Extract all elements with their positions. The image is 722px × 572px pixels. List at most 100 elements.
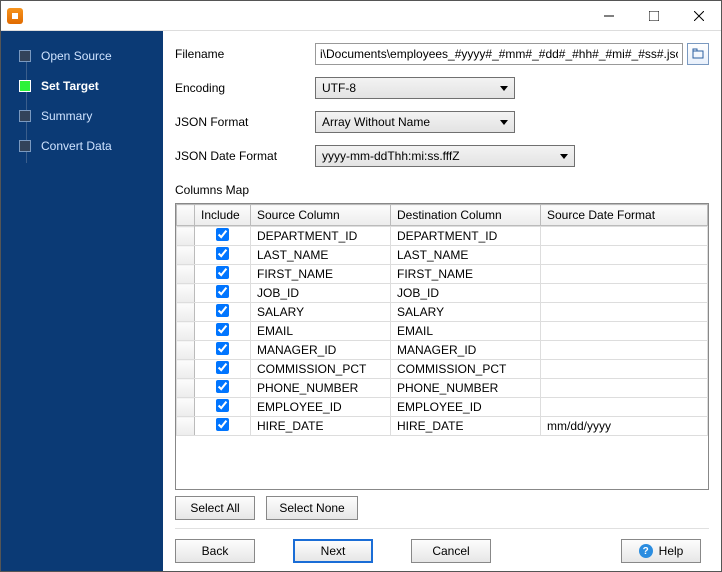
source-date-format-cell[interactable] xyxy=(541,379,708,398)
close-button[interactable] xyxy=(676,1,721,31)
row-handle[interactable] xyxy=(177,360,195,379)
include-checkbox[interactable] xyxy=(216,342,229,355)
source-date-format-cell[interactable] xyxy=(541,322,708,341)
include-checkbox[interactable] xyxy=(216,247,229,260)
step-icon xyxy=(19,80,31,92)
include-checkbox[interactable] xyxy=(216,266,229,279)
step-icon xyxy=(19,50,31,62)
json-date-format-select[interactable]: yyyy-mm-ddThh:mi:ss.fffZ xyxy=(315,145,575,167)
row-handle[interactable] xyxy=(177,322,195,341)
destination-column-cell[interactable]: EMAIL xyxy=(391,322,541,341)
row-handle-header xyxy=(177,205,195,226)
col-source-date-format-header[interactable]: Source Date Format xyxy=(541,205,708,226)
row-handle[interactable] xyxy=(177,341,195,360)
content-pane: Filename Encoding UTF-8 JSON Format Arra… xyxy=(163,31,721,571)
select-all-button[interactable]: Select All xyxy=(175,496,255,520)
source-column-cell[interactable]: EMPLOYEE_ID xyxy=(251,398,391,417)
maximize-button[interactable] xyxy=(631,1,676,31)
col-include-header[interactable]: Include xyxy=(195,205,251,226)
row-handle[interactable] xyxy=(177,303,195,322)
source-date-format-cell[interactable] xyxy=(541,341,708,360)
filename-input[interactable] xyxy=(315,43,683,65)
cancel-button[interactable]: Cancel xyxy=(411,539,491,563)
wizard-sidebar: Open Source Set Target Summary Convert D… xyxy=(1,31,163,571)
source-date-format-cell[interactable] xyxy=(541,398,708,417)
destination-column-cell[interactable]: HIRE_DATE xyxy=(391,417,541,436)
source-date-format-cell[interactable] xyxy=(541,265,708,284)
table-row[interactable]: HIRE_DATEHIRE_DATEmm/dd/yyyy xyxy=(177,417,708,436)
columns-map-table: Include Source Column Destination Column… xyxy=(175,203,709,490)
sidebar-item-label: Open Source xyxy=(41,49,112,63)
col-source-header[interactable]: Source Column xyxy=(251,205,391,226)
destination-column-cell[interactable]: FIRST_NAME xyxy=(391,265,541,284)
row-handle[interactable] xyxy=(177,398,195,417)
row-handle[interactable] xyxy=(177,265,195,284)
encoding-select[interactable]: UTF-8 xyxy=(315,77,515,99)
destination-column-cell[interactable]: LAST_NAME xyxy=(391,246,541,265)
browse-button[interactable] xyxy=(687,43,709,65)
source-date-format-cell[interactable] xyxy=(541,284,708,303)
include-checkbox[interactable] xyxy=(216,399,229,412)
titlebar xyxy=(1,1,721,31)
destination-column-cell[interactable]: JOB_ID xyxy=(391,284,541,303)
source-date-format-cell[interactable]: mm/dd/yyyy xyxy=(541,417,708,436)
row-handle[interactable] xyxy=(177,379,195,398)
columns-map-label: Columns Map xyxy=(175,183,709,197)
destination-column-cell[interactable]: EMPLOYEE_ID xyxy=(391,398,541,417)
help-button[interactable]: ? Help xyxy=(621,539,701,563)
source-date-format-cell[interactable] xyxy=(541,303,708,322)
source-column-cell[interactable]: FIRST_NAME xyxy=(251,265,391,284)
include-checkbox[interactable] xyxy=(216,380,229,393)
sidebar-item-label: Convert Data xyxy=(41,139,112,153)
table-row[interactable]: EMPLOYEE_IDEMPLOYEE_ID xyxy=(177,398,708,417)
back-button[interactable]: Back xyxy=(175,539,255,563)
json-format-label: JSON Format xyxy=(175,115,315,129)
include-checkbox[interactable] xyxy=(216,285,229,298)
step-icon xyxy=(19,140,31,152)
folder-icon xyxy=(692,48,704,60)
destination-column-cell[interactable]: COMMISSION_PCT xyxy=(391,360,541,379)
table-row[interactable]: COMMISSION_PCTCOMMISSION_PCT xyxy=(177,360,708,379)
table-row[interactable]: LAST_NAMELAST_NAME xyxy=(177,246,708,265)
table-row[interactable]: FIRST_NAMEFIRST_NAME xyxy=(177,265,708,284)
minimize-button[interactable] xyxy=(586,1,631,31)
json-format-select[interactable]: Array Without Name xyxy=(315,111,515,133)
source-date-format-cell[interactable] xyxy=(541,227,708,246)
source-column-cell[interactable]: COMMISSION_PCT xyxy=(251,360,391,379)
table-row[interactable]: EMAILEMAIL xyxy=(177,322,708,341)
source-column-cell[interactable]: JOB_ID xyxy=(251,284,391,303)
col-destination-header[interactable]: Destination Column xyxy=(391,205,541,226)
next-button[interactable]: Next xyxy=(293,539,373,563)
destination-column-cell[interactable]: MANAGER_ID xyxy=(391,341,541,360)
include-checkbox[interactable] xyxy=(216,304,229,317)
source-date-format-cell[interactable] xyxy=(541,360,708,379)
help-icon: ? xyxy=(639,544,653,558)
include-checkbox[interactable] xyxy=(216,418,229,431)
json-date-format-label: JSON Date Format xyxy=(175,149,315,163)
source-column-cell[interactable]: LAST_NAME xyxy=(251,246,391,265)
table-row[interactable]: JOB_IDJOB_ID xyxy=(177,284,708,303)
select-none-button[interactable]: Select None xyxy=(266,496,357,520)
source-column-cell[interactable]: DEPARTMENT_ID xyxy=(251,227,391,246)
table-row[interactable]: MANAGER_IDMANAGER_ID xyxy=(177,341,708,360)
table-row[interactable]: DEPARTMENT_IDDEPARTMENT_ID xyxy=(177,227,708,246)
destination-column-cell[interactable]: DEPARTMENT_ID xyxy=(391,227,541,246)
row-handle[interactable] xyxy=(177,246,195,265)
source-column-cell[interactable]: MANAGER_ID xyxy=(251,341,391,360)
row-handle[interactable] xyxy=(177,417,195,436)
destination-column-cell[interactable]: PHONE_NUMBER xyxy=(391,379,541,398)
step-icon xyxy=(19,110,31,122)
source-column-cell[interactable]: PHONE_NUMBER xyxy=(251,379,391,398)
source-column-cell[interactable]: SALARY xyxy=(251,303,391,322)
row-handle[interactable] xyxy=(177,227,195,246)
destination-column-cell[interactable]: SALARY xyxy=(391,303,541,322)
source-date-format-cell[interactable] xyxy=(541,246,708,265)
table-row[interactable]: PHONE_NUMBERPHONE_NUMBER xyxy=(177,379,708,398)
source-column-cell[interactable]: EMAIL xyxy=(251,322,391,341)
source-column-cell[interactable]: HIRE_DATE xyxy=(251,417,391,436)
include-checkbox[interactable] xyxy=(216,228,229,241)
table-row[interactable]: SALARYSALARY xyxy=(177,303,708,322)
row-handle[interactable] xyxy=(177,284,195,303)
include-checkbox[interactable] xyxy=(216,323,229,336)
include-checkbox[interactable] xyxy=(216,361,229,374)
